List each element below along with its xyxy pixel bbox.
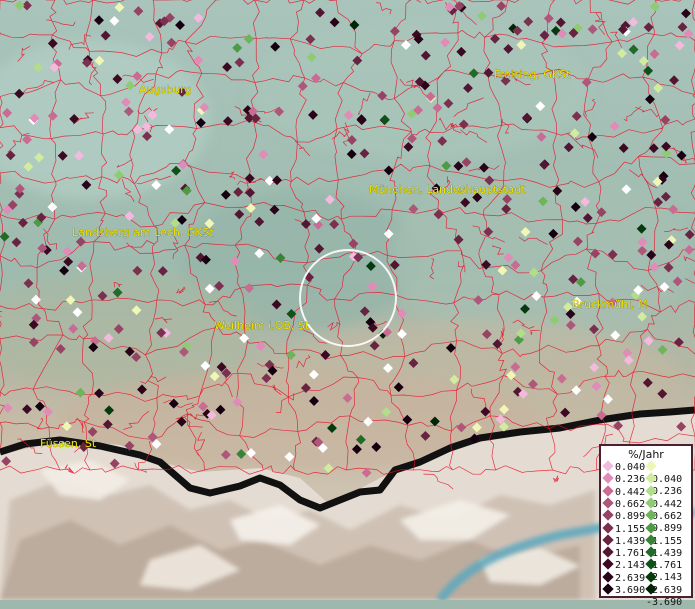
legend-swatch <box>645 558 657 571</box>
legend-label: 1.761 <box>615 548 646 560</box>
legend-label: 0.040 <box>615 462 646 473</box>
place-label-weilheim: Weilheim i.OB, St <box>214 319 310 332</box>
place-label-landsberg: Landsberg am Lech, GKSt <box>72 226 215 239</box>
legend-item-positive: 0.442 <box>602 484 646 499</box>
legend-swatch <box>645 460 657 472</box>
legend-label: 2.143 <box>615 560 646 572</box>
legend-swatch <box>602 583 614 595</box>
legend-swatch <box>645 484 657 497</box>
legend-swatch <box>602 509 614 521</box>
legend-item-positive: 2.143 <box>602 558 646 572</box>
legend-swatch <box>602 534 614 546</box>
legend-label: 1.439 <box>615 535 646 547</box>
place-label-fuessen: Füssen, St <box>40 437 97 450</box>
legend-swatch <box>602 521 614 534</box>
legend-item-negative: -2.143 <box>645 558 691 583</box>
legend-item-positive: 0.662 <box>602 497 646 511</box>
place-label-muenchen: München, Landeshauptstadt <box>369 183 526 196</box>
legend-item-negative: -0.899 <box>645 509 691 534</box>
legend-swatch <box>602 460 614 472</box>
legend-item-negative: -1.761 <box>645 546 691 571</box>
legend-item-positive: 2.639 <box>602 571 646 585</box>
legend-swatch <box>645 583 657 595</box>
legend-swatch <box>645 497 657 509</box>
place-label-bruckmuehl: Bruckmühl, M <box>572 298 648 311</box>
legend-item-positive: 0.899 <box>602 509 646 523</box>
legend-title: %/Jahr <box>628 448 664 461</box>
legend-item-negative: -3.690 <box>645 583 691 608</box>
legend-item-positive: 0.236 <box>602 472 646 486</box>
legend-swatch <box>645 534 657 546</box>
legend-label: 0.899 <box>615 511 646 523</box>
legend-label: 1.155 <box>615 523 646 535</box>
legend-item-negative: -1.439 <box>645 534 691 559</box>
legend-item-negative: -0.236 <box>645 472 691 497</box>
legend-swatch <box>645 546 657 558</box>
legend-label: 0.236 <box>615 474 646 486</box>
legend-item-negative: -1.155 <box>645 521 691 547</box>
legend-item-negative: -0.442 <box>645 484 691 510</box>
legend-label: 2.639 <box>615 572 646 584</box>
legend-item-positive: 1.155 <box>602 521 646 536</box>
legend-swatch <box>645 521 657 534</box>
legend-item-positive: 1.761 <box>602 546 646 560</box>
legend-item-positive: 3.690 <box>602 583 646 597</box>
legend-item-negative: -2.639 <box>645 571 691 596</box>
legend-swatch <box>645 472 657 484</box>
legend-swatch <box>602 558 614 571</box>
map-canvas[interactable]: Augsburg Freising, GKSt München, Landesh… <box>0 0 695 600</box>
legend-swatch <box>602 484 614 497</box>
legend-swatch <box>602 546 614 558</box>
place-label-augsburg: Augsburg <box>139 83 191 96</box>
legend-swatch <box>602 472 614 484</box>
legend-label: 0.662 <box>615 498 646 510</box>
legend-swatch <box>645 571 657 583</box>
legend-item-positive: 0.040 <box>602 460 646 474</box>
legend-item-positive: 1.439 <box>602 534 646 548</box>
legend: %/Jahr 0.040 -0.040 0.236 -0.236 0.442 -0.442… <box>599 444 693 608</box>
legend-swatch <box>602 571 614 583</box>
legend-swatch <box>602 497 614 509</box>
legend-label: 0.442 <box>615 486 646 498</box>
legend-item-negative: -0.662 <box>645 497 691 522</box>
legend-label: 3.690 <box>615 585 646 596</box>
legend-label: -3.690 <box>646 597 683 608</box>
legend-swatch <box>645 509 657 521</box>
legend-item-negative: -0.040 <box>645 460 691 485</box>
place-label-freising: Freising, GKSt <box>494 68 571 81</box>
